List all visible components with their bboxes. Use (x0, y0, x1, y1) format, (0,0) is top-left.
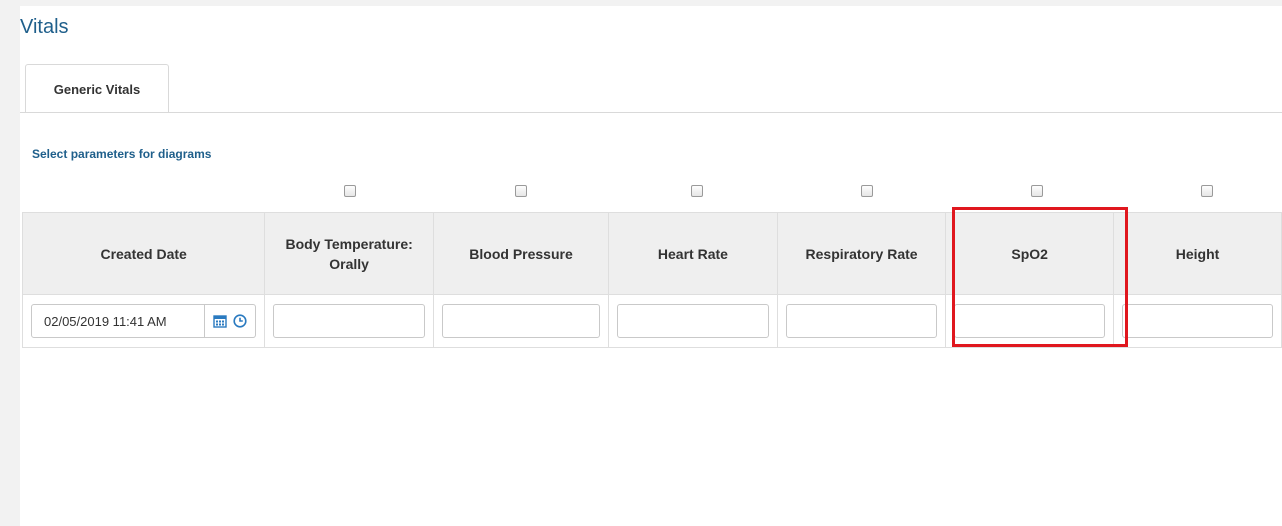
blood-pressure-input[interactable] (442, 304, 601, 338)
header-spo2: SpO2 (945, 212, 1115, 295)
created-date-picker[interactable]: 02/05/2019 11:41 AM (31, 304, 257, 338)
respiratory-rate-input[interactable] (785, 304, 938, 338)
cell-heart-rate (608, 294, 778, 348)
header-respiratory-rate: Respiratory Rate (776, 212, 947, 295)
page-title: Vitals (20, 16, 69, 38)
vitals-panel: Vitals Generic Vitals Select parameters … (20, 6, 1282, 526)
header-blood-pressure: Blood Pressure (432, 212, 610, 295)
cell-spo2 (945, 294, 1115, 348)
table-row: 02/05/2019 11:41 AM (21, 294, 1282, 348)
created-date-value[interactable]: 02/05/2019 11:41 AM (32, 314, 204, 329)
heart-rate-input[interactable] (617, 304, 769, 338)
cell-blood-pressure (432, 294, 610, 348)
cell-body-temperature (264, 294, 434, 348)
header-body-temperature: Body Temperature: Orally (264, 212, 434, 295)
clock-icon[interactable] (233, 314, 247, 328)
body-temperature-input[interactable] (273, 304, 425, 338)
section-label: Select parameters for diagrams (32, 147, 212, 161)
checkbox-height[interactable] (1201, 185, 1213, 197)
header-heart-rate: Heart Rate (608, 212, 778, 295)
checkbox-respiratory-rate[interactable] (861, 185, 873, 197)
cell-created-date: 02/05/2019 11:41 AM (21, 294, 266, 348)
cell-respiratory-rate (776, 294, 947, 348)
calendar-icon[interactable] (213, 314, 227, 328)
checkbox-blood-pressure[interactable] (515, 185, 527, 197)
checkbox-spo2[interactable] (1031, 185, 1043, 197)
date-picker-buttons (204, 305, 255, 337)
table-header-row: Created Date Body Temperature: Orally Bl… (21, 212, 1282, 295)
tab-generic-vitals[interactable]: Generic Vitals (25, 64, 169, 113)
height-input[interactable] (1122, 304, 1273, 338)
checkbox-body-temperature[interactable] (344, 185, 356, 197)
vitals-table: Created Date Body Temperature: Orally Bl… (21, 212, 1282, 348)
cell-height (1113, 294, 1282, 348)
header-height: Height (1113, 212, 1282, 295)
spo2-input[interactable] (954, 304, 1106, 338)
header-created-date: Created Date (21, 212, 266, 295)
tabs-divider (20, 112, 1282, 113)
checkbox-heart-rate[interactable] (691, 185, 703, 197)
tab-label: Generic Vitals (53, 81, 141, 97)
